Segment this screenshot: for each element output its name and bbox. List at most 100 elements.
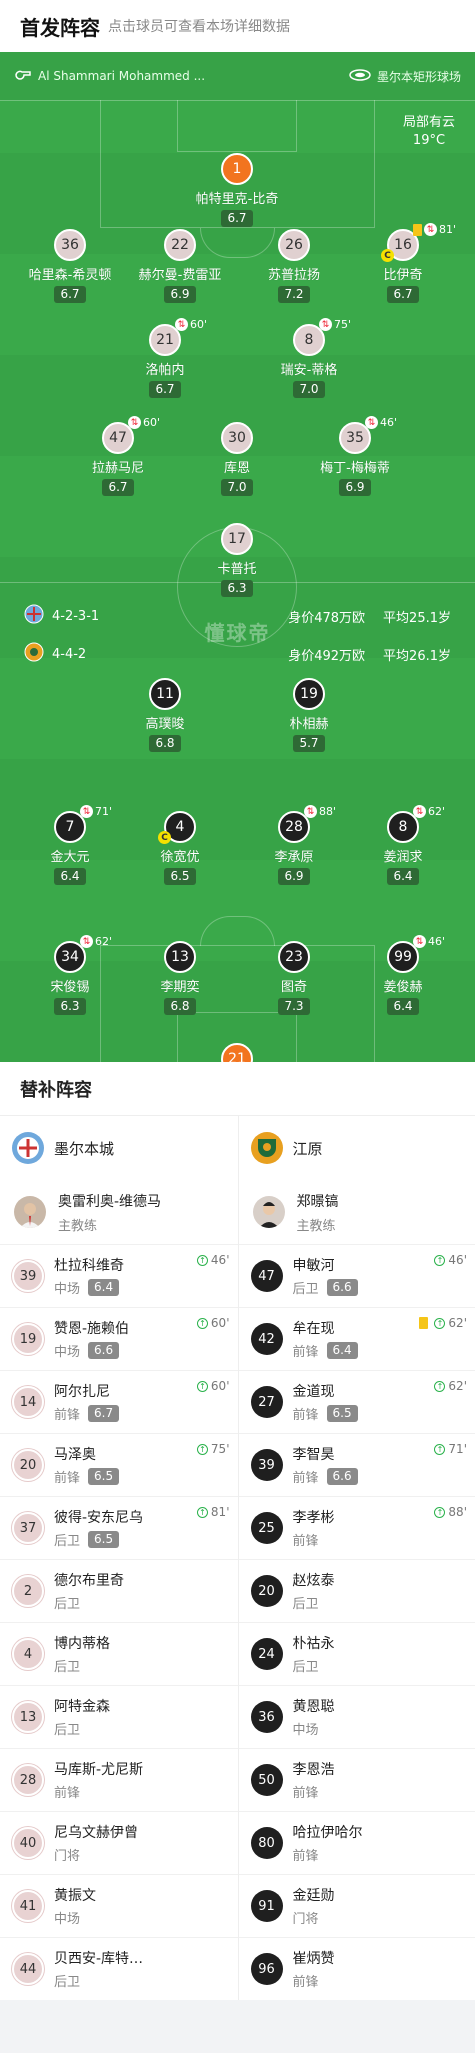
bench-player-row[interactable]: 14 阿尔扎尼 前锋 6.7 ↑ 60': [0, 1370, 238, 1433]
player-rating: 6.8: [149, 735, 181, 752]
page-title: 首发阵容: [20, 15, 100, 40]
sub-in-marker: ↑ 71': [434, 1442, 467, 1456]
sub-in-icon: ↑: [196, 1506, 208, 1518]
captain-badge: C: [381, 249, 394, 262]
away-coach[interactable]: 郑暻镐 主教练: [239, 1180, 475, 1244]
home-player[interactable]: 21 ⇅ 60' 洛帕内 6.7: [105, 318, 225, 398]
coach-avatar: [14, 1196, 46, 1228]
bench-player-rating: 6.6: [326, 1279, 358, 1296]
player-number-badge: 11: [149, 678, 181, 710]
sub-minute: 60': [143, 416, 161, 429]
bench-player-number: 37: [12, 1512, 44, 1544]
home-player[interactable]: 30 库恩 7.0: [177, 422, 297, 496]
away-player[interactable]: 99 ⇅ 46' 姜俊赫 6.4: [343, 935, 463, 1015]
weather-condition: 局部有云: [402, 115, 455, 130]
away-bench-team[interactable]: 江原: [239, 1116, 475, 1180]
sub-out-icon: ⇅: [413, 805, 426, 818]
bench-player-position: 前锋: [292, 1975, 319, 1990]
sub-in-marker: ↑ 62': [419, 1316, 467, 1330]
away-player[interactable]: 8 ⇅ 62' 姜润求 6.4: [343, 805, 463, 885]
bench-player-row[interactable]: 25 李孝彬 前锋 ↑ 88': [238, 1496, 475, 1559]
player-name: 金大元: [50, 850, 90, 865]
bench-player-position: 门将: [54, 1849, 81, 1864]
bench-player-name: 崔炳赞: [292, 1951, 335, 1967]
away-player[interactable]: 11 高璞晙 6.8: [105, 678, 225, 752]
sub-in-marker: ↑ 88': [434, 1505, 467, 1519]
home-player[interactable]: 16 C ⇅ 81' 比伊奇 6.7: [343, 223, 463, 303]
away-player[interactable]: 7 ⇅ 71' 金大元 6.4: [10, 805, 130, 885]
bench-player-row[interactable]: 24 朴祜永 后卫: [238, 1622, 475, 1685]
bench-player-name: 李智昊: [292, 1447, 335, 1463]
away-player[interactable]: 19 朴相赫 5.7: [249, 678, 369, 752]
away-player[interactable]: 21朴青孝⭐7.8: [177, 1043, 297, 1062]
bench-player-row[interactable]: 91 金廷勋 门将: [238, 1874, 475, 1937]
bench-player-row[interactable]: 41 黄振文 中场: [0, 1874, 238, 1937]
bench-player-name: 贝西安-库特…: [54, 1951, 144, 1967]
bench-player-row[interactable]: 80 哈拉伊哈尔 前锋: [238, 1811, 475, 1874]
bench-player-row[interactable]: 19 赞恩-施赖伯 中场 6.6 ↑ 60': [0, 1307, 238, 1370]
sub-in-minute: 81': [210, 1505, 230, 1519]
away-player[interactable]: 4 C 徐宽优 6.5: [120, 811, 240, 885]
home-player[interactable]: 47 ⇅ 60' 拉赫马尼 6.7: [58, 416, 178, 496]
bench-player-position: 后卫: [54, 1597, 81, 1612]
bench-player-row[interactable]: 36 黄恩聪 中场: [238, 1685, 475, 1748]
home-coach[interactable]: 奥雷利奥-维德马 主教练: [0, 1180, 238, 1244]
sub-in-icon: ↑: [434, 1317, 446, 1329]
bench-player-row[interactable]: 39 杜拉科维奇 中场 6.4 ↑ 46': [0, 1244, 238, 1307]
home-player[interactable]: 35 ⇅ 46' 梅丁-梅梅蒂 6.9: [295, 416, 415, 496]
home-player[interactable]: 1 帕特里克-比奇 6.7: [177, 153, 297, 227]
away-player[interactable]: 34 ⇅ 62' 宋俊锡 6.3: [10, 935, 130, 1015]
bench-player-row[interactable]: 44 贝西安-库特… 后卫: [0, 1937, 238, 2000]
bench-player-row[interactable]: 47 申敏河 后卫 6.6 ↑ 46': [238, 1244, 475, 1307]
player-number-badge: 36: [54, 229, 86, 261]
bench-player-number: 27: [250, 1386, 283, 1418]
bench-player-rating: 6.4: [326, 1342, 358, 1359]
player-rating: 6.7: [102, 479, 134, 496]
sub-in-minute: 88': [448, 1505, 467, 1519]
bench-player-row[interactable]: 20 赵炫泰 后卫: [238, 1559, 475, 1622]
home-player[interactable]: 17 卡普托 6.3: [177, 523, 297, 597]
home-team-logo-icon: [24, 604, 44, 628]
bench-player-row[interactable]: 2 德尔布里奇 后卫: [0, 1559, 238, 1622]
away-player[interactable]: 28 ⇅ 88' 李承原 6.9: [234, 805, 354, 885]
stadium-name: 墨尔本矩形球场: [376, 69, 461, 84]
sub-out-marker: ⇅ 46': [413, 935, 445, 948]
home-player[interactable]: 22 赫尔曼-费雷亚 6.9: [120, 229, 240, 303]
bench-player-row[interactable]: 20 马泽奥 前锋 6.5 ↑ 75': [0, 1433, 238, 1496]
lineup-header: 首发阵容 点击球员可查看本场详细数据: [0, 0, 475, 52]
sub-in-minute: 71': [448, 1442, 467, 1456]
bench-player-name: 赞恩-施赖伯: [54, 1321, 130, 1337]
bench-player-number: 39: [250, 1449, 283, 1481]
bench-player-row[interactable]: 40 尼乌文赫伊曾 门将: [0, 1811, 238, 1874]
sub-out-marker: ⇅ 81': [413, 223, 456, 236]
bench-player-position: 后卫: [54, 1723, 81, 1738]
referee-name: Al Shammari Mohammed ...: [38, 69, 206, 83]
away-player[interactable]: 23 图奇 7.3: [234, 941, 354, 1015]
bench-player-row[interactable]: 13 阿特金森 后卫: [0, 1685, 238, 1748]
bench-player-row[interactable]: 27 金道现 前锋 6.5 ↑ 62': [238, 1370, 475, 1433]
bench-player-name: 黄恩聪: [292, 1699, 335, 1715]
away-player[interactable]: 13 李期奕 6.8: [120, 941, 240, 1015]
bench-player-row[interactable]: 37 彼得-安东尼乌 后卫 6.5 ↑ 81': [0, 1496, 238, 1559]
sub-minute: 62': [95, 935, 113, 948]
bench-player-number: 14: [12, 1386, 44, 1418]
home-player[interactable]: 36 哈里森-希灵顿 6.7: [10, 229, 130, 303]
bench-player-row[interactable]: 28 马库斯-尤尼斯 前锋: [0, 1748, 238, 1811]
home-player[interactable]: 26 苏普拉扬 7.2: [234, 229, 354, 303]
sub-in-minute: 60': [210, 1379, 230, 1393]
whistle-icon: [14, 69, 32, 84]
home-formation: 4-2-3-1: [52, 608, 100, 624]
sub-out-icon: ⇅: [80, 935, 93, 948]
player-name: 朴相赫: [289, 717, 329, 732]
home-bench-team[interactable]: 墨尔本城: [0, 1116, 238, 1180]
bench-player-row[interactable]: 39 李智昊 前锋 6.6 ↑ 71': [238, 1433, 475, 1496]
bench-player-row[interactable]: 50 李恩浩 前锋: [238, 1748, 475, 1811]
player-number-badge: 19: [293, 678, 325, 710]
home-player[interactable]: 8 ⇅ 75' 瑞安-蒂格 7.0: [249, 318, 369, 398]
bench-player-row[interactable]: 4 博内蒂格 后卫: [0, 1622, 238, 1685]
bench-player-row[interactable]: 96 崔炳赞 前锋: [238, 1937, 475, 2000]
away-bench: 江原 郑暻镐 主教练 47 申敏河 后卫 6.6 ↑ 46' 42 牟在现 前锋 6.4 ↑ 62' 27…: [237, 1116, 475, 2000]
player-name: 洛帕内: [145, 363, 185, 378]
bench-player-number: 42: [250, 1323, 283, 1355]
bench-player-row[interactable]: 42 牟在现 前锋 6.4 ↑ 62': [238, 1307, 475, 1370]
